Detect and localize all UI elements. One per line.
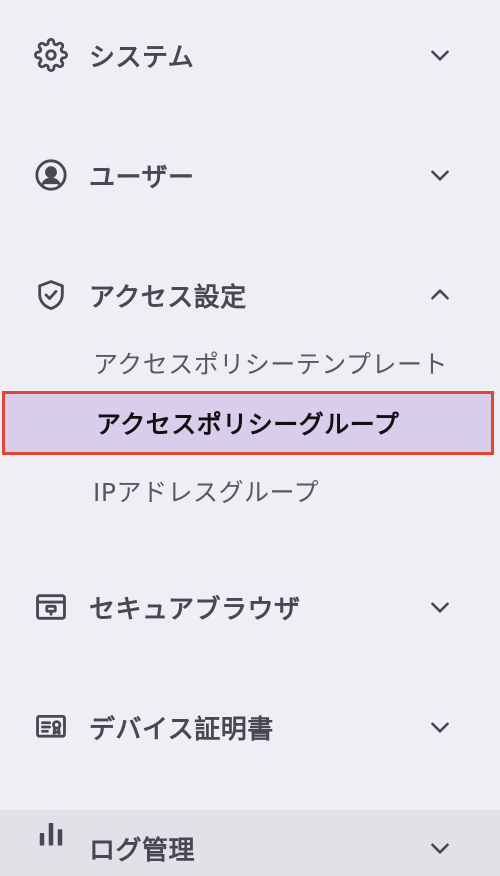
nav-section-label: デバイス証明書: [89, 714, 274, 745]
gear-icon: [34, 38, 68, 72]
chevron-down-icon[interactable]: [424, 159, 456, 191]
nav-section-device-certificate[interactable]: デバイス証明書: [0, 696, 500, 758]
chevron-up-icon[interactable]: [424, 279, 456, 311]
nav-section-access-settings[interactable]: アクセス設定: [0, 264, 500, 326]
nav-section-user[interactable]: ユーザー: [0, 144, 500, 206]
nav-section-label: システム: [89, 42, 195, 73]
user-circle-icon: [34, 158, 68, 192]
chevron-down-icon[interactable]: [424, 832, 456, 864]
nav-subitem-label: アクセスポリシーグループ: [96, 410, 400, 439]
nav-section-label: アクセス設定: [89, 282, 247, 313]
nav-subitem-access-policy-group[interactable]: アクセスポリシーグループ: [2, 391, 494, 455]
chevron-down-icon[interactable]: [424, 591, 456, 623]
bar-chart-icon: [34, 816, 68, 850]
nav-subitem-ip-address-group[interactable]: IPアドレスグループ: [0, 462, 500, 520]
browser-window-icon: [34, 590, 68, 624]
shield-check-icon: [34, 278, 68, 312]
nav-section-system[interactable]: システム: [0, 24, 500, 86]
nav-subitem-access-policy-template[interactable]: アクセスポリシーテンプレート: [0, 334, 500, 392]
chevron-down-icon[interactable]: [424, 39, 456, 71]
nav-section-label: セキュアブラウザ: [89, 594, 301, 625]
nav-section-label: ログ管理: [89, 836, 196, 866]
nav-subitem-label: アクセスポリシーテンプレート: [93, 350, 449, 379]
nav-section-secure-browser[interactable]: セキュアブラウザ: [0, 576, 500, 638]
certificate-icon: [34, 710, 68, 744]
nav-section-log-management[interactable]: ログ管理: [0, 810, 500, 876]
nav-section-label: ユーザー: [89, 162, 195, 193]
chevron-down-icon[interactable]: [424, 711, 456, 743]
nav-subitem-label: IPアドレスグループ: [93, 478, 319, 507]
